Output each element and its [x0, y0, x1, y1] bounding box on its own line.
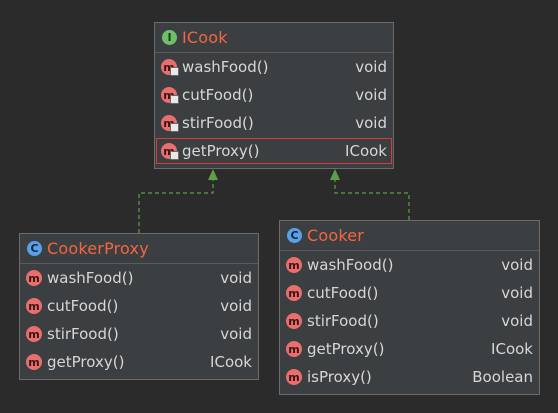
method-icon: m — [26, 326, 42, 342]
method-icon: m — [26, 298, 42, 314]
member-row[interactable]: m washFood() void — [20, 264, 258, 292]
class-icon: C — [287, 228, 302, 243]
member-row[interactable]: m washFood() void — [155, 53, 393, 81]
method-abstract-icon: m — [161, 143, 179, 160]
cooker-class-box[interactable]: C Cooker m washFood() void m cutFood() void m s… — [279, 220, 540, 395]
method-abstract-icon: m — [161, 59, 179, 76]
method-icon: m — [286, 369, 302, 385]
method-icon-letter: m — [163, 88, 175, 102]
member-return-type: void — [355, 114, 387, 132]
method-icon: m — [286, 257, 302, 273]
member-return-type: void — [501, 256, 533, 274]
interface-icon: I — [162, 30, 177, 45]
method-icon-letter: m — [288, 258, 300, 272]
member-row[interactable]: m isProxy() Boolean — [280, 363, 539, 391]
member-row[interactable]: m getProxy() ICook — [280, 335, 539, 363]
cooker-title: Cooker — [307, 226, 365, 245]
member-row[interactable]: m cutFood() void — [155, 81, 393, 109]
method-icon-letter: m — [288, 370, 300, 384]
member-return-type: ICook — [210, 353, 252, 371]
member-name: isProxy() — [307, 368, 372, 386]
member-row[interactable]: m getProxy() ICook — [155, 137, 393, 165]
member-return-type: Boolean — [472, 368, 533, 386]
method-icon: m — [26, 354, 42, 370]
method-icon-letter: m — [288, 314, 300, 328]
member-return-type: void — [220, 325, 252, 343]
member-return-type: void — [501, 312, 533, 330]
icook-interface-box[interactable]: I ICook m washFood() void m cutFood() void m st… — [154, 22, 394, 169]
member-row[interactable]: m cutFood() void — [20, 292, 258, 320]
cookerproxy-members: m washFood() void m cutFood() void m stirFood()… — [20, 264, 258, 376]
member-name: getProxy() — [182, 142, 260, 160]
method-icon-letter: m — [163, 144, 175, 158]
member-row[interactable]: m stirFood() void — [155, 109, 393, 137]
member-name: cutFood() — [182, 86, 254, 104]
cookerproxy-class-box[interactable]: C CookerProxy m washFood() void m cutFood() v… — [19, 233, 259, 380]
method-icon-letter: m — [288, 286, 300, 300]
method-icon-letter: m — [163, 60, 175, 74]
member-name: stirFood() — [47, 325, 119, 343]
member-name: cutFood() — [307, 284, 379, 302]
method-icon: m — [26, 270, 42, 286]
member-name: washFood() — [47, 269, 134, 287]
cookerproxy-title: CookerProxy — [47, 239, 149, 258]
method-icon-letter: m — [28, 299, 40, 313]
method-abstract-icon: m — [161, 115, 179, 132]
member-name: stirFood() — [182, 114, 254, 132]
implements-connector-cooker — [330, 169, 410, 220]
member-name: cutFood() — [47, 297, 119, 315]
method-icon-letter: m — [28, 327, 40, 341]
method-abstract-icon: m — [161, 87, 179, 104]
member-row[interactable]: m getProxy() ICook — [20, 348, 258, 376]
cooker-header: C Cooker — [280, 221, 539, 251]
member-return-type: void — [501, 284, 533, 302]
method-icon-letter: m — [163, 116, 175, 130]
member-name: stirFood() — [307, 312, 379, 330]
icook-title: ICook — [182, 28, 228, 47]
member-return-type: void — [355, 86, 387, 104]
member-name: getProxy() — [47, 353, 125, 371]
member-return-type: void — [220, 297, 252, 315]
method-icon-letter: m — [28, 355, 40, 369]
icook-header: I ICook — [155, 23, 393, 53]
member-row[interactable]: m cutFood() void — [280, 279, 539, 307]
method-icon: m — [286, 285, 302, 301]
member-row[interactable]: m washFood() void — [280, 251, 539, 279]
cookerproxy-header: C CookerProxy — [20, 234, 258, 264]
cooker-members: m washFood() void m cutFood() void m stirFood()… — [280, 251, 539, 391]
member-name: washFood() — [182, 58, 269, 76]
class-icon: C — [27, 241, 42, 256]
member-row[interactable]: m stirFood() void — [20, 320, 258, 348]
icook-members: m washFood() void m cutFood() void m stirFood()… — [155, 53, 393, 165]
member-row[interactable]: m stirFood() void — [280, 307, 539, 335]
member-name: getProxy() — [307, 340, 385, 358]
method-icon-letter: m — [28, 271, 40, 285]
member-return-type: void — [220, 269, 252, 287]
arrowhead-icon — [208, 169, 218, 180]
member-return-type: void — [355, 58, 387, 76]
implements-connector-cookerproxy — [138, 169, 218, 233]
arrowhead-icon — [330, 169, 340, 180]
member-name: washFood() — [307, 256, 394, 274]
member-return-type: ICook — [345, 142, 387, 160]
member-return-type: ICook — [491, 340, 533, 358]
method-icon: m — [286, 313, 302, 329]
method-icon-letter: m — [288, 342, 300, 356]
method-icon: m — [286, 341, 302, 357]
